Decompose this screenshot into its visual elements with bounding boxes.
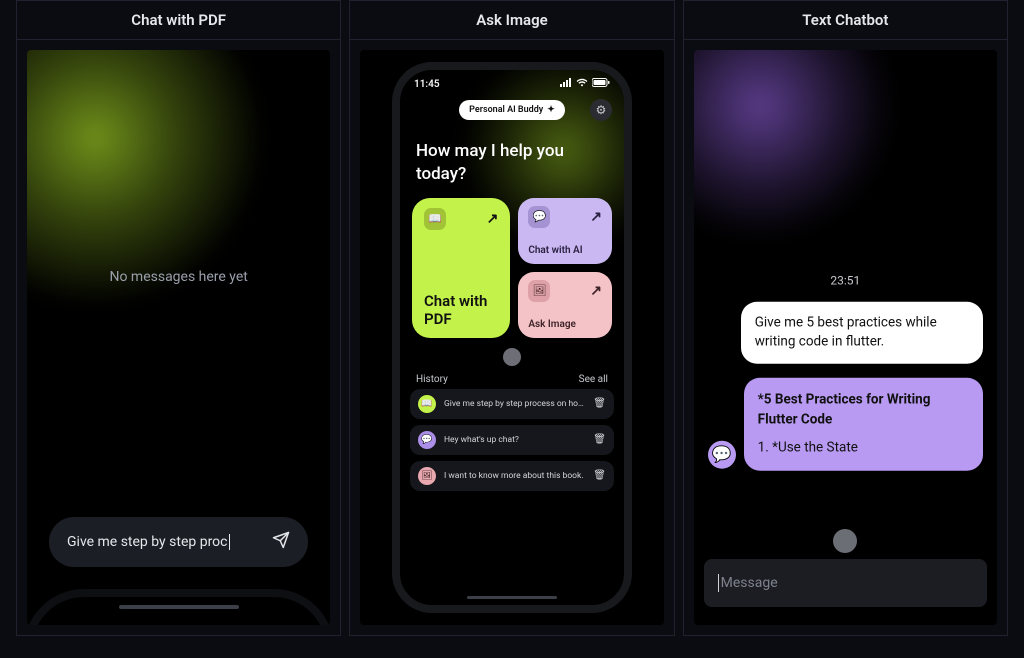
persona-pill[interactable]: Personal AI Buddy ✦	[459, 100, 565, 120]
chat-thread: 23:51 Give me 5 best practices while wri…	[694, 274, 997, 471]
empty-state-text: No messages here yet	[27, 269, 330, 285]
book-icon: 📖	[418, 395, 436, 413]
tile-label: Ask Image	[528, 319, 602, 330]
history-item[interactable]: 💬 Hey what's up chat? 🗑	[410, 425, 614, 455]
column-title-chat: Text Chatbot	[684, 1, 1007, 40]
tile-label: Chat with PDF	[424, 292, 498, 328]
history-item[interactable]: 📖 Give me step by step process on how t……	[410, 389, 614, 419]
status-time: 11:45	[414, 79, 440, 90]
tile-ask-image[interactable]: 🖼 ↗ Ask Image	[518, 272, 612, 338]
bot-avatar: 💬	[708, 440, 736, 468]
chat-icon: 💬	[528, 206, 550, 228]
drag-handle[interactable]	[503, 348, 521, 366]
history-label: History	[416, 374, 448, 385]
wifi-icon	[576, 78, 588, 90]
see-all-link[interactable]: See all	[579, 374, 608, 385]
message-input-text[interactable]: Give me step by step proc	[67, 534, 262, 550]
hero-question: How may I help you today?	[400, 126, 624, 198]
user-message: Give me 5 best practices while writing c…	[741, 302, 983, 364]
device-frame-edge	[27, 589, 330, 625]
glow-green	[27, 50, 287, 330]
bot-message: *5 Best Practices for Writing Flutter Co…	[744, 378, 983, 471]
action-tiles: 📖 ↗ Chat with PDF 💬 ↗ Chat with AI	[400, 198, 624, 338]
chat-icon: 💬	[712, 445, 732, 464]
tile-label: Chat with AI	[528, 245, 602, 256]
header-row: Personal AI Buddy ✦ ⚙	[400, 94, 624, 126]
signal-icon	[560, 78, 572, 90]
tile-chat-with-ai[interactable]: 💬 ↗ Chat with AI	[518, 198, 612, 264]
chat-icon: 💬	[418, 431, 436, 449]
image-icon: 🖼	[418, 467, 436, 485]
message-input-bar[interactable]: Message	[704, 559, 987, 607]
column-ask-image: Ask Image 11:45	[349, 0, 674, 636]
message-input-placeholder: Message	[721, 575, 778, 591]
arrow-ne-icon: ↗	[590, 283, 602, 299]
home-indicator	[467, 596, 557, 599]
pdf-preview: No messages here yet Give me step by ste…	[27, 50, 330, 625]
status-bar: 11:45	[400, 70, 624, 94]
arrow-ne-icon: ↗	[487, 211, 499, 227]
sparkle-icon: ✦	[547, 105, 555, 115]
column-text-chatbot: Text Chatbot 23:51 Give me 5 best practi…	[683, 0, 1008, 636]
send-icon[interactable]	[272, 531, 290, 553]
history-header: History See all	[400, 368, 624, 389]
timestamp: 23:51	[708, 274, 983, 288]
history-item[interactable]: 🖼 I want to know more about this book. 🗑	[410, 461, 614, 491]
trash-icon[interactable]: 🗑	[593, 398, 606, 409]
tile-chat-with-pdf[interactable]: 📖 ↗ Chat with PDF	[412, 198, 510, 338]
battery-icon	[592, 78, 610, 90]
ask-preview: 11:45 Personal	[360, 50, 663, 625]
image-icon: 🖼	[528, 280, 550, 302]
drag-handle[interactable]	[833, 529, 857, 553]
phone-frame: 11:45 Personal	[392, 62, 632, 613]
trash-icon[interactable]: 🗑	[593, 470, 606, 481]
book-icon: 📖	[424, 208, 446, 230]
arrow-ne-icon: ↗	[590, 209, 602, 225]
message-input-bar[interactable]: Give me step by step proc	[49, 517, 308, 567]
column-title-ask: Ask Image	[350, 1, 673, 40]
chat-preview: 23:51 Give me 5 best practices while wri…	[694, 50, 997, 625]
column-chat-with-pdf: Chat with PDF No messages here yet Give …	[16, 0, 341, 636]
column-title-pdf: Chat with PDF	[17, 1, 340, 40]
history-list: 📖 Give me step by step process on how t……	[400, 389, 624, 491]
trash-icon[interactable]: 🗑	[593, 434, 606, 445]
gear-icon: ⚙	[596, 103, 607, 117]
bot-message-line: 1. *Use the State	[758, 438, 969, 458]
glow-purple	[694, 50, 904, 250]
settings-button[interactable]: ⚙	[590, 99, 612, 121]
bot-message-title: *5 Best Practices for Writing Flutter Co…	[758, 390, 969, 431]
